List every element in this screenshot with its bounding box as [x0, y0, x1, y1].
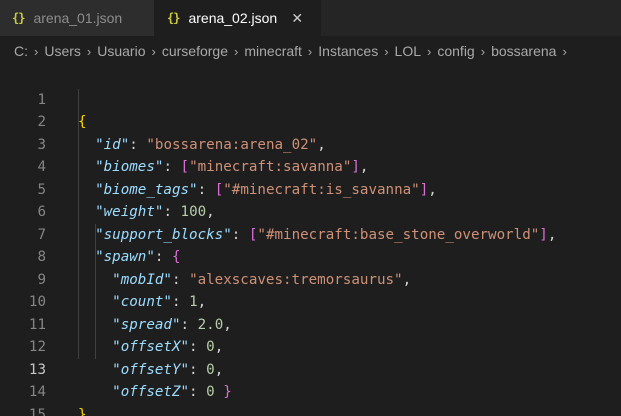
chevron-right-icon: › — [307, 43, 313, 59]
tab-label: arena_02.json — [188, 10, 278, 26]
breadcrumb-item[interactable]: config — [437, 43, 474, 59]
chevron-right-icon: › — [34, 43, 39, 59]
code-line[interactable]: 11 "offsetX": 0, — [0, 291, 621, 356]
close-icon[interactable]: ✕ — [289, 10, 305, 26]
chevron-right-icon: › — [151, 43, 156, 59]
code-line[interactable]: 2 "id": "bossarena:arena_02", — [0, 89, 621, 153]
tab-arena-02[interactable]: {} arena_02.json ✕ — [155, 0, 321, 36]
code-line[interactable]: 9 "count": 1, — [0, 246, 621, 311]
code-line[interactable]: 14 } — [0, 359, 621, 416]
breadcrumb-item[interactable]: LOL — [395, 43, 421, 59]
json-file-icon: {} — [167, 11, 180, 25]
chevron-right-icon: › — [427, 43, 432, 59]
code-line[interactable]: 6 "support_blocks": ["#minecraft:base_st… — [0, 179, 621, 243]
chevron-right-icon: › — [234, 43, 239, 59]
breadcrumb-item[interactable]: Users — [44, 43, 81, 59]
breadcrumb-item[interactable]: bossarena — [491, 43, 556, 59]
breadcrumb-item[interactable]: Usuario — [97, 43, 145, 59]
code-line[interactable]: 1 { — [0, 66, 621, 131]
breadcrumb-item[interactable]: curseforge — [162, 43, 228, 59]
chevron-right-icon: › — [384, 43, 389, 59]
code-line[interactable]: 4 "biome_tags": ["#minecraft:is_savanna"… — [0, 134, 621, 198]
breadcrumb: C: › Users › Usuario › curseforge › mine… — [0, 36, 621, 66]
code-line[interactable]: 10 "spread": 2.0, — [0, 269, 621, 333]
code-line[interactable]: 15 — [0, 381, 621, 416]
tab-arena-01[interactable]: {} arena_01.json — [0, 0, 155, 36]
line-number: 15 — [28, 406, 46, 416]
code-line[interactable]: 12 "offsetY": 0, — [0, 314, 621, 378]
tab-bar: {} arena_01.json {} arena_02.json ✕ — [0, 0, 621, 36]
line-content: } — [78, 406, 87, 416]
code-line[interactable]: 8 "mobId": "alexscaves:tremorsaurus", — [0, 224, 621, 288]
code-line-current[interactable]: 13 "offsetZ": 0 } — [0, 336, 621, 401]
code-line[interactable]: 7 "spawn": { — [0, 201, 621, 266]
json-file-icon: {} — [12, 11, 25, 25]
chevron-right-icon: › — [480, 43, 486, 59]
code-line[interactable]: 3 "biomes": ["minecraft:savanna"], — [0, 111, 621, 176]
chevron-right-icon: › — [562, 43, 567, 59]
code-line[interactable]: 5 "weight": 100, — [0, 156, 621, 221]
chevron-right-icon: › — [86, 43, 92, 59]
breadcrumb-item[interactable]: minecraft — [244, 43, 302, 59]
tab-label: arena_01.json — [33, 10, 123, 26]
breadcrumb-item[interactable]: C: — [14, 43, 28, 59]
code-editor[interactable]: 1 { 2 "id": "bossarena:arena_02", 3 "bio… — [0, 66, 621, 416]
breadcrumb-item[interactable]: Instances — [318, 43, 378, 59]
